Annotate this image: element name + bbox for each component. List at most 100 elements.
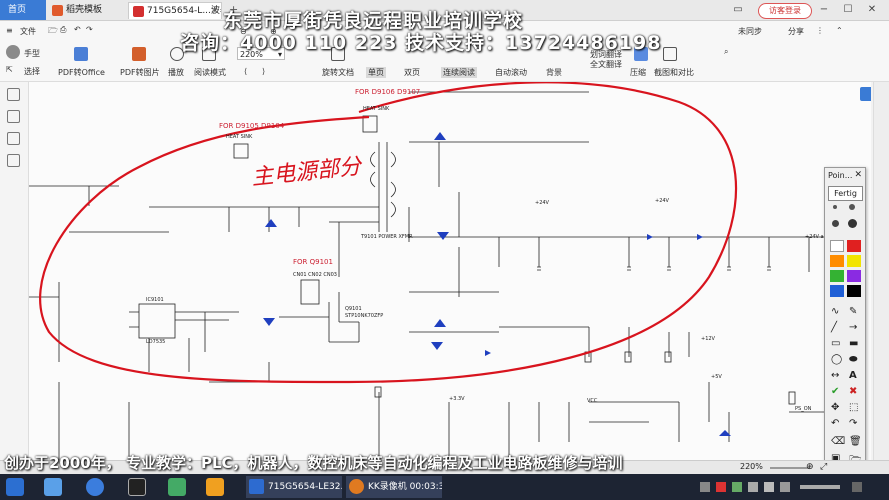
hand-tool[interactable]: 手型 bbox=[24, 48, 40, 59]
vertical-scrollbar[interactable] bbox=[873, 82, 889, 460]
xlarge-dot-icon[interactable] bbox=[848, 219, 857, 228]
more-icon[interactable]: ⋮ bbox=[816, 26, 824, 35]
color-blue[interactable] bbox=[830, 285, 844, 297]
browser-icon[interactable] bbox=[86, 478, 104, 496]
kk-recorder-icon bbox=[349, 479, 364, 494]
text-icon[interactable]: A bbox=[849, 370, 857, 381]
ellipse-icon[interactable]: ◯ bbox=[831, 354, 842, 365]
close-tab-icon[interactable]: ✕ bbox=[210, 3, 218, 19]
taskbar-app-pdf[interactable]: 715G5654-LE32... bbox=[246, 476, 342, 498]
undo-draw-icon[interactable]: ↶ bbox=[831, 418, 839, 429]
window-menu-icon[interactable]: ▭ bbox=[730, 2, 746, 18]
filled-ellipse-icon[interactable]: ⬬ bbox=[849, 354, 858, 365]
trash-icon[interactable]: 🗑 bbox=[849, 436, 862, 447]
maximize-icon[interactable]: ☐ bbox=[840, 2, 856, 18]
volume-icon[interactable] bbox=[764, 482, 774, 492]
bookmark-icon[interactable] bbox=[7, 110, 20, 123]
small-dot-icon[interactable] bbox=[833, 205, 837, 209]
rectangle-icon[interactable]: ▭ bbox=[831, 338, 840, 349]
notification-icon[interactable] bbox=[852, 482, 862, 492]
sync-status[interactable]: 未同步 bbox=[738, 26, 762, 37]
redo-icon[interactable]: ↷ bbox=[86, 25, 93, 34]
watermark-bottom: 创办于2000年， 专业教学：PLC，机器人，数控机床等自动化编程及工业电路板维… bbox=[4, 454, 623, 472]
tab-document[interactable]: 715G5654-L...波器彩电等版 ✕ bbox=[128, 2, 222, 19]
menu-icon[interactable]: ≡ bbox=[6, 26, 13, 35]
clear-icon[interactable]: ⌫ bbox=[831, 436, 845, 447]
clock[interactable] bbox=[800, 485, 840, 489]
zoom-in-status-icon[interactable]: ⊕ bbox=[806, 462, 814, 472]
color-green[interactable] bbox=[830, 270, 844, 282]
color-yellow[interactable] bbox=[847, 255, 861, 267]
large-dot-icon[interactable] bbox=[832, 220, 839, 227]
screenshot-compare-button[interactable]: 截图和对比 bbox=[654, 67, 694, 78]
taskbar-app-recorder[interactable]: KK录像机 00:03:34 bbox=[346, 476, 442, 498]
share-button[interactable]: 分享 bbox=[788, 26, 804, 37]
explorer-icon[interactable] bbox=[44, 478, 62, 496]
prev-page-icon[interactable]: ⟨ bbox=[244, 67, 247, 76]
visitor-login-button[interactable]: 访客登录 bbox=[758, 3, 812, 19]
fit-window-icon[interactable]: ⤢ bbox=[820, 462, 827, 472]
double-page-button[interactable]: 双页 bbox=[404, 67, 420, 78]
thumbnails-icon[interactable] bbox=[7, 88, 20, 101]
frame-icon[interactable]: ⬚ bbox=[849, 402, 858, 413]
minimize-icon[interactable]: − bbox=[816, 2, 832, 18]
read-mode-button[interactable]: 阅读模式 bbox=[194, 67, 226, 78]
select-tool[interactable]: 选择 bbox=[24, 66, 40, 77]
play-button[interactable]: 播放 bbox=[168, 67, 184, 78]
document-view[interactable]: FOR D9105 D9104 FOR Q9101 FOR D9106 D910… bbox=[29, 82, 871, 460]
compress-button[interactable]: 压缩 bbox=[630, 67, 646, 78]
search-icon[interactable]: ⌕ bbox=[724, 47, 728, 57]
medium-dot-icon[interactable] bbox=[849, 204, 855, 210]
print-icon[interactable]: ⎙ bbox=[60, 25, 66, 35]
x-mark-icon[interactable]: ✖ bbox=[849, 386, 857, 397]
freehand-icon[interactable]: ∿ bbox=[831, 306, 839, 317]
move-icon[interactable]: ✥ bbox=[831, 402, 839, 413]
arrow-line-icon[interactable]: → bbox=[849, 322, 857, 333]
pen-icon[interactable]: ✎ bbox=[849, 306, 857, 317]
color-purple[interactable] bbox=[847, 270, 861, 282]
open-icon[interactable]: 🗁 bbox=[48, 25, 58, 39]
media-icon[interactable] bbox=[168, 478, 186, 496]
tab-home[interactable]: 首页 bbox=[0, 0, 46, 20]
floating-tool-icon[interactable] bbox=[860, 87, 871, 101]
next-page-icon[interactable]: ⟩ bbox=[262, 67, 265, 76]
close-icon[interactable]: ✕ bbox=[854, 170, 862, 180]
attachment-icon[interactable] bbox=[7, 154, 20, 167]
annotation-icon[interactable] bbox=[7, 132, 20, 145]
battery-icon[interactable] bbox=[780, 482, 790, 492]
double-arrow-icon[interactable]: ↔ bbox=[831, 370, 839, 381]
color-orange[interactable] bbox=[830, 255, 844, 267]
file-menu[interactable]: 文件 bbox=[20, 26, 36, 37]
close-window-icon[interactable]: ✕ bbox=[864, 2, 880, 18]
full-translate-button[interactable]: 全文翻译 bbox=[590, 59, 622, 70]
color-white[interactable] bbox=[830, 240, 844, 252]
redo-draw-icon[interactable]: ↷ bbox=[849, 418, 857, 429]
tray-icon-1[interactable] bbox=[700, 482, 710, 492]
continuous-read-button[interactable]: 连续阅读 bbox=[441, 67, 477, 78]
tray-icon-3[interactable] bbox=[732, 482, 742, 492]
start-icon[interactable] bbox=[6, 478, 24, 496]
check-icon[interactable]: ✔ bbox=[831, 386, 839, 397]
auto-scroll-button[interactable]: 自动滚动 bbox=[495, 67, 527, 78]
filled-rectangle-icon[interactable]: ▬ bbox=[849, 338, 858, 349]
tray-icon-2[interactable] bbox=[716, 482, 726, 492]
single-page-button[interactable]: 单页 bbox=[366, 67, 386, 78]
background-button[interactable]: 背景 bbox=[546, 67, 562, 78]
folder-icon[interactable] bbox=[206, 478, 224, 496]
pdf-to-office-button[interactable]: PDF转Office bbox=[58, 67, 105, 78]
rotate-document-button[interactable]: 旋转文档 bbox=[322, 67, 354, 78]
color-black[interactable] bbox=[847, 285, 861, 297]
network-icon[interactable] bbox=[748, 482, 758, 492]
pdf-to-image-button[interactable]: PDF转图片 bbox=[120, 67, 160, 78]
color-red[interactable] bbox=[847, 240, 861, 252]
paint-icon[interactable] bbox=[128, 478, 146, 496]
collapse-icon[interactable]: ⌃ bbox=[836, 26, 843, 35]
line-icon[interactable]: ╱ bbox=[831, 322, 837, 333]
tab-template[interactable]: 稻壳模板 bbox=[48, 2, 120, 19]
label-5v: +5V bbox=[711, 374, 722, 380]
label-q9101: Q9101 bbox=[345, 306, 362, 312]
fertig-button[interactable]: Fertig bbox=[828, 186, 863, 201]
label-24v: +24V bbox=[535, 200, 549, 206]
undo-icon[interactable]: ↶ bbox=[74, 25, 81, 34]
zoom-slider[interactable] bbox=[770, 467, 810, 469]
